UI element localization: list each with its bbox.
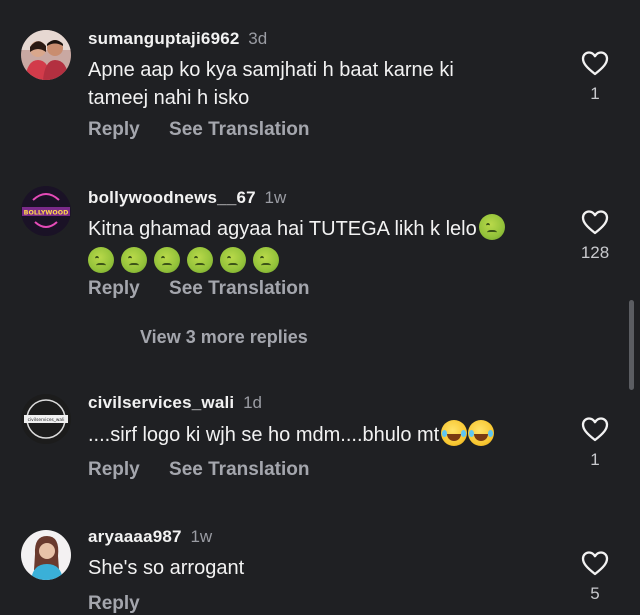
heart-icon[interactable] [581,416,609,442]
nauseated-face-emoji-icon [88,247,114,273]
bollywood-logo-avatar-icon: BOLLYWOOD [21,186,71,236]
username[interactable]: aryaaaa987 [88,527,182,546]
comment-text-line: tameej nahi h isko [88,87,250,109]
comment-header: civilservices_wali 1d [88,393,262,413]
heart-icon[interactable] [581,550,609,576]
like-count: 1 [590,84,600,103]
heart-icon[interactable] [581,50,609,76]
tears-of-joy-emoji-icon [468,420,495,446]
username[interactable]: bollywoodnews__67 [88,188,256,207]
comment-age: 3d [248,29,268,48]
comment-header: bollywoodnews__67 1w [88,188,286,208]
comment-text: Apne aap ko kya samjhati h baat karne ki… [88,56,558,112]
comment-actions: Reply See Translation [88,459,333,481]
like-control: 128 [578,209,612,263]
avatar[interactable]: BOLLYWOOD [21,186,71,236]
like-count: 128 [580,243,610,262]
avatar[interactable] [21,30,71,80]
comment-actions: Reply [88,593,164,615]
username[interactable]: sumanguptaji6962 [88,29,240,48]
see-translation-button[interactable]: See Translation [169,119,309,140]
nauseated-face-emoji-icon [154,247,180,273]
comment-text-line: Kitna ghamad agyaa hai TUTEGA likh k lel… [88,214,558,243]
avatar-logo-text: BOLLYWOOD [24,210,69,217]
comment-age: 1w [190,527,213,546]
avatar-logo-text: civilservices_wali [28,417,65,423]
nauseated-face-emoji-icon [478,214,505,240]
nauseated-face-emoji-icon [253,247,279,273]
nauseated-face-emoji-icon [187,247,213,273]
comment-text-line: Apne aap ko kya samjhati h baat karne ki [88,59,454,81]
comment-text: ....sirf logo ki wjh se ho mdm....bhulo … [88,420,558,449]
avatar[interactable] [21,530,71,580]
like-count: 1 [590,450,600,469]
comment-header: sumanguptaji6962 3d [88,29,267,49]
woman-portrait-avatar-icon [21,530,71,580]
comment-text: She's so arrogant [88,554,558,582]
comment-actions: Reply See Translation [88,278,333,300]
see-translation-button[interactable]: See Translation [169,278,309,299]
heart-icon[interactable] [581,209,609,235]
comment-text-content: She's so arrogant [88,557,245,579]
comments-list: sumanguptaji6962 3d Apne aap ko kya samj… [0,0,640,615]
comment-header: aryaaaa987 1w [88,527,212,547]
reply-button[interactable]: Reply [88,119,140,140]
like-control: 1 [578,416,612,470]
reply-button[interactable]: Reply [88,278,140,299]
comment-text-content: ....sirf logo ki wjh se ho mdm....bhulo … [88,424,440,446]
like-control: 5 [578,550,612,604]
reply-button[interactable]: Reply [88,593,140,614]
like-count: 5 [590,584,600,603]
nauseated-face-emoji-icon [121,247,147,273]
reply-button[interactable]: Reply [88,459,140,480]
username[interactable]: civilservices_wali [88,393,234,412]
scrollbar[interactable] [629,300,634,390]
like-control: 1 [578,50,612,104]
nauseated-face-emoji-icon [220,247,246,273]
comment-text: Kitna ghamad agyaa hai TUTEGA likh k lel… [88,214,558,276]
tears-of-joy-emoji-icon [441,420,468,446]
comment-age: 1w [264,188,287,207]
emoji-row [88,247,558,276]
avatar[interactable]: civilservices_wali [21,394,71,444]
comment-age: 1d [243,393,262,412]
couple-photo-avatar-icon [21,30,71,80]
comment-text-content: Kitna ghamad agyaa hai TUTEGA likh k lel… [88,218,477,240]
civilservices-logo-avatar-icon: civilservices_wali [21,394,71,444]
view-more-replies-button[interactable]: View 3 more replies [140,327,308,348]
see-translation-button[interactable]: See Translation [169,459,309,480]
comment-actions: Reply See Translation [88,119,333,141]
